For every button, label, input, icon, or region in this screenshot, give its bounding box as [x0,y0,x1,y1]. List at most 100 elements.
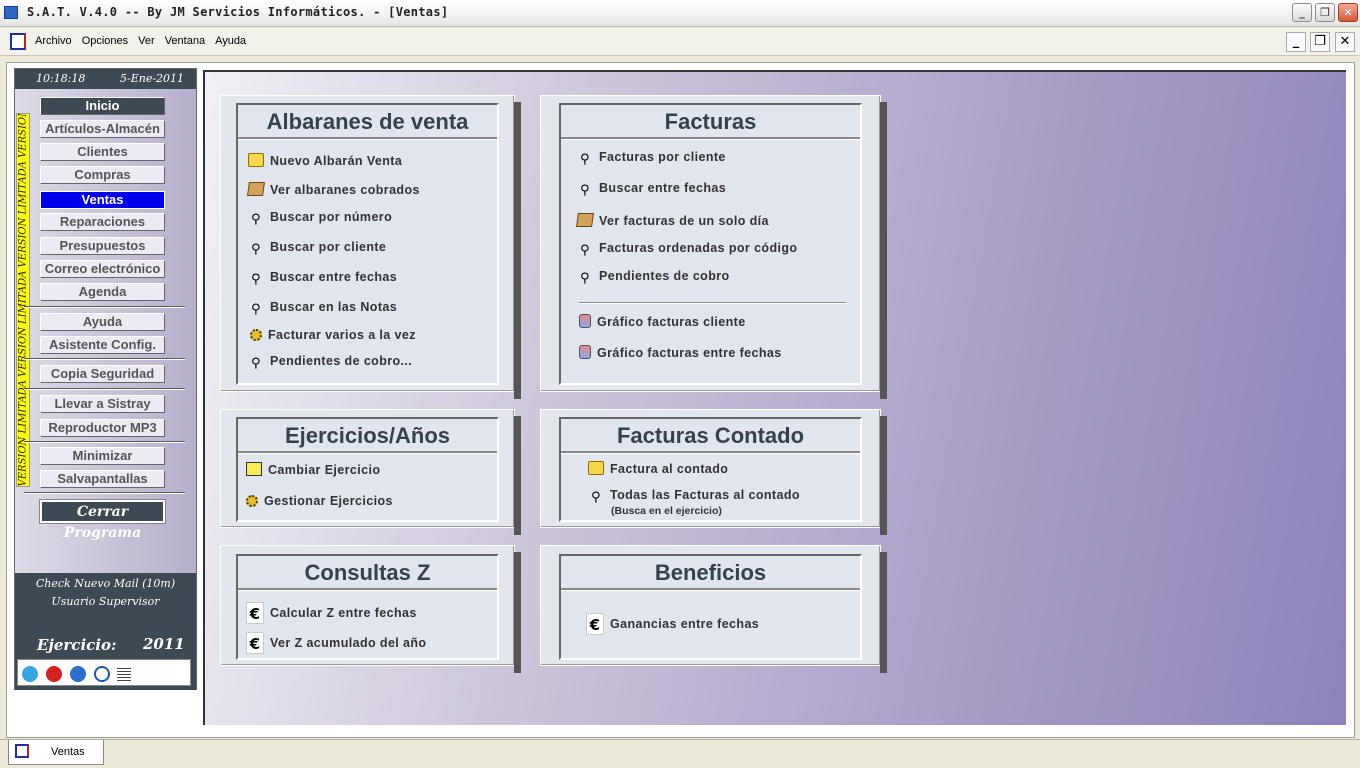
panel-facturas: Facturas ⚲ Facturas por cliente ⚲ Buscar e… [540,95,887,399]
binoculars-icon: ⚲ [251,356,261,371]
link-facturas-dia[interactable]: Ver facturas de un solo día [576,213,769,228]
link-label: Ver Z acumulado del año [270,636,427,650]
menu-ayuda[interactable]: Ayuda [210,35,251,47]
link-label: Gestionar Ejercicios [264,494,393,508]
link-pendientes-cobro[interactable]: ⚲ Pendientes de cobro... [248,354,412,371]
link-buscar-fechas[interactable]: ⚲ Buscar entre fechas [248,270,397,287]
nav-ventas[interactable]: Ventas [40,191,165,209]
sidebar-separator [24,388,185,390]
link-ver-albaranes[interactable]: Ver albaranes cobrados [247,182,420,197]
panel-shadow [514,416,521,535]
panel-consultas: Consultas Z € Calcular Z entre fechas € Ve… [220,545,521,673]
nav-reparaciones[interactable]: Reparaciones [40,213,165,231]
alarm-icon[interactable] [46,666,62,682]
link-gestionar-ejercicios[interactable]: Gestionar Ejercicios [246,494,393,508]
nav-agenda[interactable]: Agenda [40,283,165,301]
panel-contado: Facturas Contado Factura al contado ⚲ Tod… [540,409,887,535]
database-icon [579,314,591,328]
binoculars-icon: ⚲ [251,302,261,317]
link-ganancias-fechas[interactable]: € Ganancias entre fechas [586,613,759,635]
link-ver-z[interactable]: € Ver Z acumulado del año [246,632,426,654]
nav-compras[interactable]: Compras [40,166,165,184]
link-facturas-pendientes[interactable]: ⚲ Pendientes de cobro [577,269,730,286]
document-icon [15,744,29,758]
binoculars-icon: ⚲ [580,152,590,167]
gear-icon [246,495,258,507]
nav-correo[interactable]: Correo electrónico [40,260,165,278]
nav-copia-seguridad[interactable]: Copia Seguridad [40,365,165,383]
link-buscar-numero[interactable]: ⚲ Buscar por número [248,210,392,227]
link-label: Facturar varios a la vez [268,328,416,342]
link-facturas-cliente[interactable]: ⚲ Facturas por cliente [577,150,726,167]
gear-icon [250,329,262,341]
binoculars-icon: ⚲ [251,212,261,227]
globe-icon[interactable] [70,666,86,682]
link-calcular-z[interactable]: € Calcular Z entre fechas [246,602,417,624]
panel-shadow [880,102,887,399]
tab-ventas-label: Ventas [51,746,85,758]
network-icon[interactable] [94,666,110,682]
date-label: 5-Ene-2011 [120,72,185,85]
nav-asistente[interactable]: Asistente Config. [40,336,165,354]
close-window-button[interactable]: ✕ [1338,3,1358,22]
panel-contado-title: Facturas Contado [561,419,860,453]
menu-ventana[interactable]: Ventana [160,35,210,47]
link-cambiar-ejercicio[interactable]: Cambiar Ejercicio [246,462,380,477]
link-buscar-notas[interactable]: ⚲ Buscar en las Notas [248,300,397,317]
document-icon[interactable] [10,33,26,50]
panel-consultas-title: Consultas Z [238,556,497,590]
panel-beneficios: Beneficios € Ganancias entre fechas [540,545,887,673]
menu-opciones[interactable]: Opciones [77,35,133,47]
version-ribbon-text: VERSION LIMITADA VERSION LIMITADA VERSIO… [17,113,29,487]
link-factura-contado[interactable]: Factura al contado [588,461,728,476]
menu-bar: Archivo Opciones Ver Ventana Ayuda [0,28,1360,56]
link-facturas-codigo[interactable]: ⚲ Facturas ordenadas por código [577,241,797,258]
sidebar-status: Check Nuevo Mail (10m) Usuario Superviso… [15,573,196,690]
nav-minimizar[interactable]: Minimizar [40,447,165,465]
binoculars-icon: ⚲ [591,490,601,505]
nav-salvapantallas[interactable]: Salvapantallas [40,470,165,488]
child-minimize-button[interactable]: _ [1286,32,1306,52]
book-icon [247,182,265,196]
tab-ventas[interactable]: Ventas [8,740,104,765]
ejercicio-value: 2011 [143,635,185,653]
ejercicio-label: Ejercicio: [37,636,117,654]
app-icon[interactable] [4,6,18,19]
restore-window-button[interactable]: ❐ [1315,3,1335,22]
link-nuevo-albaran[interactable]: Nuevo Albarán Venta [248,153,402,168]
link-label: Ver facturas de un solo día [599,214,769,228]
nav-clientes[interactable]: Clientes [40,143,165,161]
minimize-window-button[interactable]: _ [1292,3,1312,22]
users-icon[interactable] [22,666,38,682]
nav-presupuestos[interactable]: Presupuestos [40,237,165,255]
link-label: Ganancias entre fechas [610,617,760,631]
mail-check-label: Check Nuevo Mail (10m) [35,577,176,590]
link-buscar-cliente[interactable]: ⚲ Buscar por cliente [248,240,386,257]
mdi-taskbar: Ventas [0,739,1360,768]
signal-icon[interactable] [117,666,131,682]
link-label: Gráfico facturas entre fechas [597,346,782,360]
menu-ver[interactable]: Ver [133,35,160,47]
clock-bar: 10:18:18 5-Ene-2011 [15,69,196,89]
link-grafico-fechas[interactable]: Gráfico facturas entre fechas [579,345,782,360]
child-close-button[interactable]: ✕ [1335,32,1355,52]
link-todas-contado[interactable]: ⚲ Todas las Facturas al contado [588,488,800,505]
euro-icon: € [246,632,264,654]
link-facturar-varios[interactable]: Facturar varios a la vez [250,328,416,342]
facturas-divider [579,302,846,303]
link-label: Calcular Z entre fechas [270,606,417,620]
link-label: Pendientes de cobro... [270,354,413,368]
nav-inicio[interactable]: Inicio [40,97,165,115]
panel-ejercicios-title: Ejercicios/Años [238,419,497,453]
folder-icon [248,153,264,167]
nav-reproductor[interactable]: Reproductor MP3 [40,419,165,437]
close-program-button[interactable]: Cerrar Programa [39,499,166,541]
nav-llevar-sistray[interactable]: Llevar a Sistray [40,395,165,413]
link-label: Buscar en las Notas [270,300,398,314]
menu-archivo[interactable]: Archivo [30,35,77,47]
child-restore-button[interactable]: ❐ [1310,32,1330,52]
nav-ayuda[interactable]: Ayuda [40,313,165,331]
nav-articulos[interactable]: Artículos-Almacén [40,120,165,138]
link-grafico-cliente[interactable]: Gráfico facturas cliente [579,314,746,329]
link-facturas-fechas[interactable]: ⚲ Buscar entre fechas [577,181,726,198]
